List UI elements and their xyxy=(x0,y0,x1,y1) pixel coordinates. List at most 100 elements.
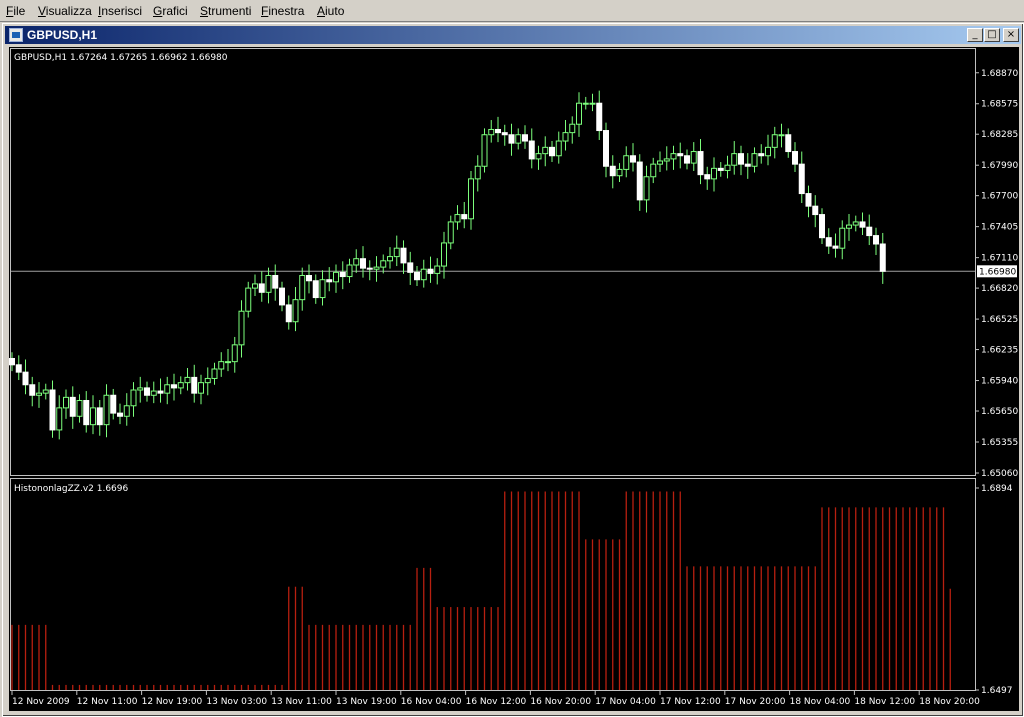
candle-bear xyxy=(117,412,123,417)
candle-bull xyxy=(218,361,225,370)
candle-bull xyxy=(90,407,96,426)
menu-view[interactable]: Visualizza xyxy=(38,4,92,18)
candle-bear xyxy=(879,243,886,272)
candle-bull xyxy=(434,265,441,274)
candle-bear xyxy=(636,161,643,201)
candle-bull xyxy=(319,279,326,299)
candle-bear xyxy=(306,275,312,282)
candle-bull xyxy=(333,271,339,283)
candle-bear xyxy=(798,163,805,195)
menu-file[interactable]: File xyxy=(6,4,25,18)
menu-charts[interactable]: Grafici xyxy=(153,4,188,18)
candle-bear xyxy=(873,235,879,245)
candle-bear xyxy=(717,167,724,171)
candle-bear xyxy=(704,174,711,180)
candle-bear xyxy=(522,134,528,142)
price-axis-label: 1.67700 xyxy=(981,192,1018,202)
candle-bull xyxy=(252,283,258,289)
candle-bull xyxy=(852,221,859,226)
candle-bear xyxy=(549,146,555,157)
time-axis-label: 13 Nov 11:00 xyxy=(271,697,332,707)
candle-bear xyxy=(360,258,366,269)
candle-bull xyxy=(711,167,717,180)
candle-bear xyxy=(785,134,792,153)
menu-help[interactable]: Aiuto xyxy=(317,4,344,18)
menu-window[interactable]: Finestra xyxy=(261,4,304,18)
candle-bull xyxy=(690,151,697,164)
candle-bull xyxy=(657,160,663,165)
time-axis-label: 17 Nov 12:00 xyxy=(660,697,721,707)
candle-bear xyxy=(171,384,177,389)
candle-bull xyxy=(63,396,69,409)
candle-bear xyxy=(508,134,515,144)
candle-bull xyxy=(36,392,42,396)
candle-bear xyxy=(285,304,292,323)
candle-bear xyxy=(501,132,508,136)
candle-bear xyxy=(495,128,501,134)
candle-bull xyxy=(265,275,272,293)
candle-bull xyxy=(535,153,542,160)
minimize-button[interactable]: _ xyxy=(967,28,983,42)
indicator-axis-label: 1.6497 xyxy=(981,686,1013,696)
candle-bear xyxy=(859,221,866,228)
candles-group xyxy=(9,90,886,440)
histogram-group xyxy=(11,491,951,690)
candle-bear xyxy=(758,153,765,157)
candle-bear xyxy=(677,153,684,157)
price-axis-label: 1.66235 xyxy=(981,346,1018,356)
close-button[interactable]: × xyxy=(1003,28,1019,42)
candle-bull xyxy=(623,155,630,170)
menu-bar: File Visualizza Inserisci Grafici Strume… xyxy=(0,0,1024,22)
candle-bull xyxy=(562,132,569,142)
candle-bull xyxy=(542,146,549,155)
price-axis-label: 1.65060 xyxy=(981,469,1018,479)
candle-bear xyxy=(738,153,744,165)
candle-bear xyxy=(630,155,636,163)
candle-bull xyxy=(292,299,299,323)
candle-bear xyxy=(83,400,90,426)
candle-bear xyxy=(110,394,117,414)
candle-bull xyxy=(76,400,83,417)
candle-bear xyxy=(609,165,616,177)
candle-bear xyxy=(22,371,29,386)
time-axis-label: 17 Nov 04:00 xyxy=(595,697,656,707)
menu-insert[interactable]: Inserisci xyxy=(98,4,142,18)
candle-bull xyxy=(42,389,49,394)
candle-bull xyxy=(771,134,778,148)
candle-bull xyxy=(582,102,589,105)
chart-area[interactable]: 1.66980 1.68870 1.68575 1.68285 1.67990 1.67… xyxy=(9,47,1019,711)
candle-bull xyxy=(238,310,245,346)
time-axis-label: 18 Nov 20:00 xyxy=(919,697,980,707)
candle-bull xyxy=(839,227,846,249)
candle-bull xyxy=(103,394,110,426)
maximize-button[interactable]: □ xyxy=(984,28,1000,42)
candle-bull xyxy=(204,377,211,384)
candle-bull xyxy=(765,146,771,157)
price-axis-label: 1.67990 xyxy=(981,161,1018,171)
time-axis-label: 18 Nov 12:00 xyxy=(854,697,915,707)
chart-canvas[interactable]: 1.66980 1.68870 1.68575 1.68285 1.67990 1.67… xyxy=(9,47,1019,711)
menu-tools[interactable]: Strumenti xyxy=(200,4,251,18)
window-titlebar[interactable]: GBPUSD,H1 _ □ × xyxy=(5,26,1021,44)
candle-bull xyxy=(454,214,461,223)
candle-bear xyxy=(49,389,56,431)
candle-bear xyxy=(825,237,832,247)
price-axis-label: 1.66525 xyxy=(981,315,1018,325)
candle-bull xyxy=(488,128,495,136)
candle-bear xyxy=(258,283,265,293)
candle-bull xyxy=(569,123,576,134)
candle-bear xyxy=(144,387,150,396)
candle-bull xyxy=(670,153,677,160)
price-axis-label: 1.68285 xyxy=(981,130,1018,140)
chart-window-icon xyxy=(9,28,23,42)
candle-bull xyxy=(481,134,488,167)
time-axis-label: 12 Nov 11:00 xyxy=(77,697,138,707)
candle-bear xyxy=(832,245,839,249)
candle-bull xyxy=(589,102,596,105)
candle-bear xyxy=(461,214,468,220)
price-axis-label: 1.65940 xyxy=(981,377,1018,387)
candle-bear xyxy=(272,275,279,289)
current-price-label: 1.66980 xyxy=(979,267,1016,277)
candle-bull xyxy=(420,268,427,281)
candle-bear xyxy=(684,155,690,164)
